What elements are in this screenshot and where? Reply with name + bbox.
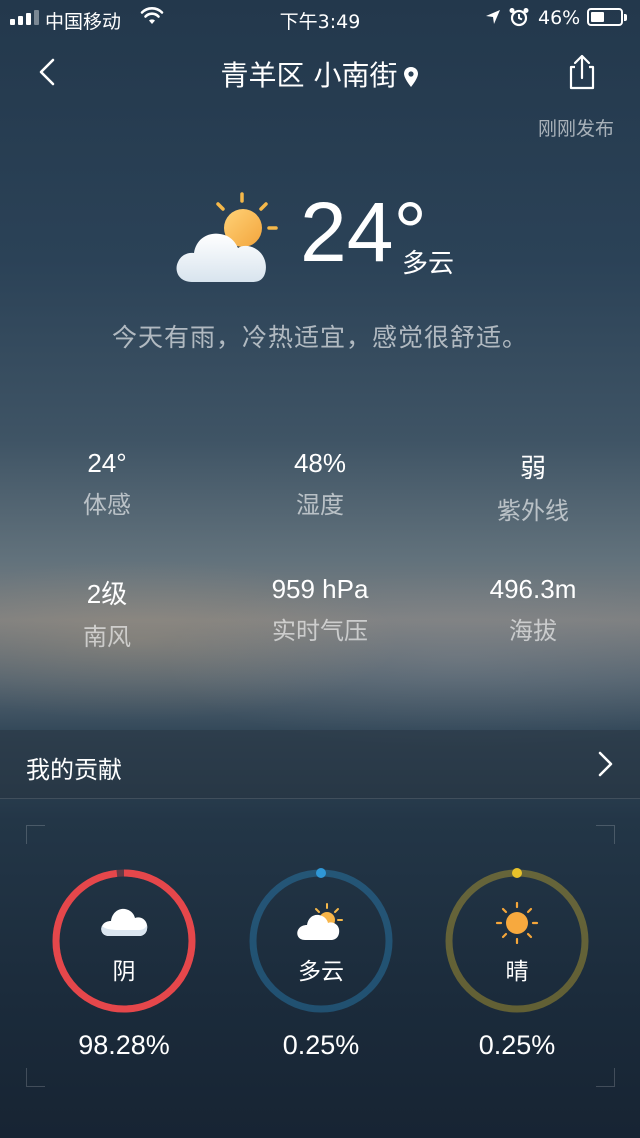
stat-label: 体感 [83,491,131,519]
battery-percent: 46% [538,7,581,29]
battery-icon [587,8,623,26]
panel-corner [596,1068,615,1087]
vote-label: 多云 [298,959,344,985]
panel-corner [26,825,45,844]
stat-humidity: 48% 湿度 [230,448,410,520]
vote-overcast[interactable]: 阴 [49,866,199,1016]
ring-marker [316,868,326,878]
status-bar: 中国移动 下午3:49 46% [0,0,640,36]
panel-corner [596,825,615,844]
cloud-icon [101,908,148,936]
location-name: 青羊区 小南街 [220,59,398,92]
stat-label: 实时气压 [272,617,368,645]
alarm-icon [509,8,529,27]
panel-corner [26,1068,45,1087]
location-pin-icon [404,67,419,87]
share-icon[interactable] [562,52,602,92]
stat-label: 南风 [83,623,131,651]
weather-summary: 今天有雨，冷热适宜，感觉很舒适。 [111,323,528,352]
stat-label: 紫外线 [497,497,569,525]
stat-value: 48% [293,448,347,478]
partly-cloudy-icon [176,192,278,282]
stat-uv-index: 弱 紫外线 [443,448,623,526]
sun-icon [495,901,539,945]
vote-percent: 0.25% [478,1030,556,1060]
stat-altitude: 496.3m 海拔 [443,574,623,646]
my-contribution-row[interactable]: 我的贡献 [0,730,640,799]
contribution-title: 我的贡献 [26,756,122,784]
vote-partly-cloudy[interactable]: 多云 [246,866,396,1016]
current-condition: 多云 [402,249,455,279]
vote-percent: 0.25% [282,1030,360,1060]
partly-cloudy-icon [297,903,343,940]
stat-value: 496.3m [489,574,577,604]
stat-label: 海拔 [509,617,557,645]
stat-pressure: 959 hPa 实时气压 [230,574,410,646]
location-title[interactable]: 青羊区 小南街 [0,54,640,94]
vote-sunny[interactable]: 晴 [442,866,592,1016]
stat-value: 959 hPa [271,574,369,604]
battery-cap [624,14,627,21]
vote-label: 晴 [505,959,529,985]
location-services-icon [486,10,500,24]
stat-value: 2级 [86,579,128,609]
stat-value: 弱 [519,453,546,483]
stat-feels-like: 24° 体感 [17,448,197,520]
stat-value: 24° [87,448,127,478]
vote-label: 阴 [112,959,136,985]
stat-label: 湿度 [296,491,344,519]
vote-percent: 98.28% [78,1030,170,1060]
publish-time: 刚刚发布 [537,118,614,140]
chevron-right-icon [598,751,613,777]
ring-marker [512,868,522,878]
stat-wind: 2级 南风 [17,574,197,652]
